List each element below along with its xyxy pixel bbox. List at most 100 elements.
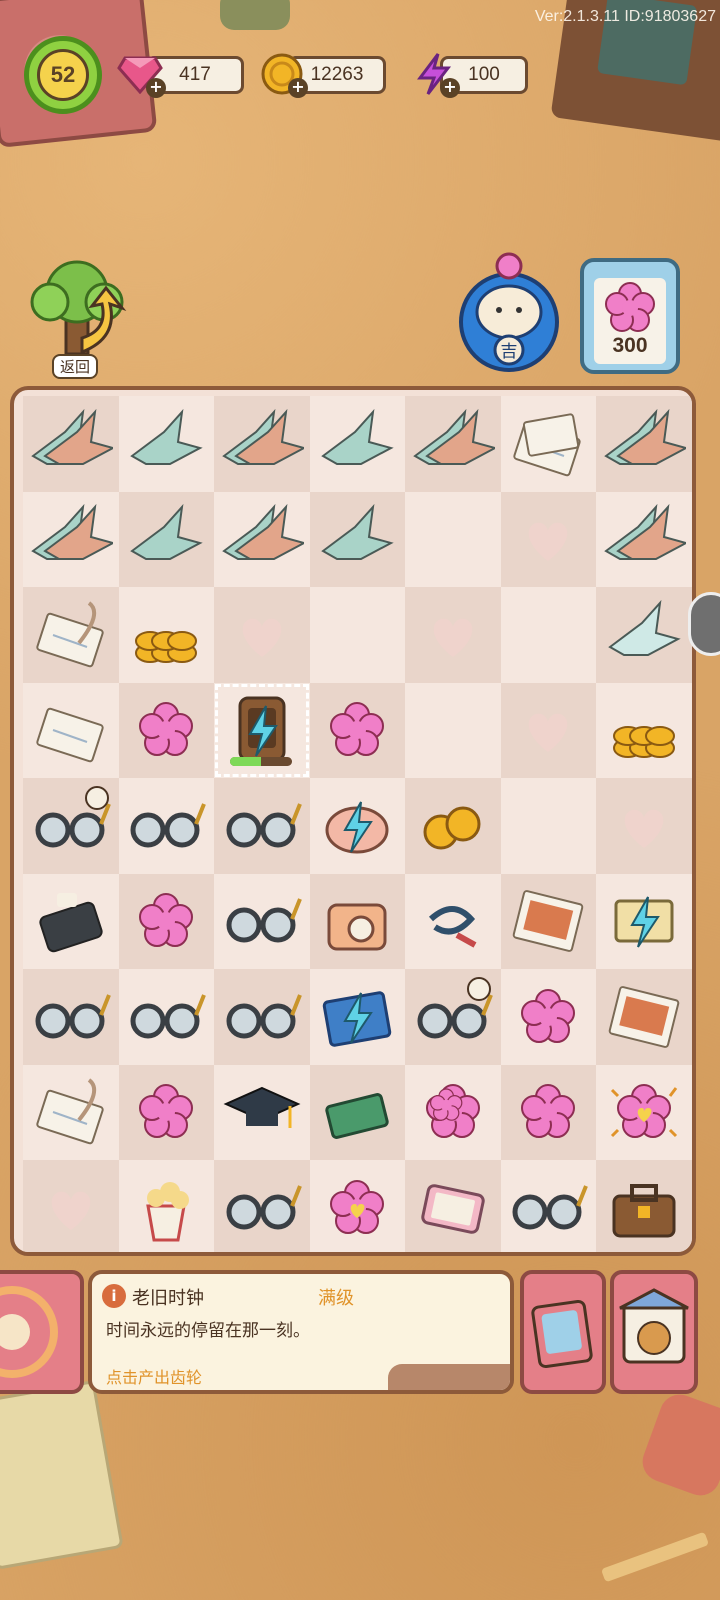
board-cell[interactable]	[405, 1160, 501, 1252]
board-cell[interactable]	[214, 682, 310, 778]
decorative-box	[0, 1380, 124, 1570]
board-cell[interactable]	[500, 778, 596, 874]
board-cell[interactable]	[214, 491, 310, 587]
board-cell[interactable]	[23, 778, 119, 874]
board-cell[interactable]	[118, 778, 214, 874]
board-cell[interactable]	[118, 873, 214, 969]
crane-pair-icon	[603, 408, 686, 465]
board-cell[interactable]	[405, 873, 501, 969]
board-cell[interactable]	[118, 396, 214, 492]
item-name: 老旧时钟	[132, 1288, 204, 1309]
board-cell[interactable]	[309, 1160, 405, 1252]
heart-icon	[51, 1191, 91, 1230]
board-cell[interactable]	[309, 587, 405, 683]
board-cell[interactable]	[118, 682, 214, 778]
letters-icon	[513, 413, 581, 477]
board-cell[interactable]	[214, 587, 310, 683]
tablet-icon	[421, 1183, 485, 1234]
board-cell[interactable]	[405, 969, 501, 1065]
info-icon[interactable]: i	[102, 1284, 126, 1308]
album-button[interactable]	[520, 1270, 606, 1394]
board-cell[interactable]	[500, 682, 596, 778]
max-level-label: 满级	[318, 1288, 354, 1309]
panel-tab	[388, 1364, 510, 1390]
add-coins-icon[interactable]: +	[288, 78, 308, 98]
board-cell[interactable]	[118, 1160, 214, 1252]
board-cell[interactable]	[596, 396, 692, 492]
shop-button[interactable]	[610, 1270, 698, 1394]
board-cell[interactable]	[23, 396, 119, 492]
board-cell[interactable]	[118, 491, 214, 587]
board-cell[interactable]	[596, 873, 692, 969]
glasses-icon	[512, 1185, 589, 1230]
board-cell[interactable]	[214, 873, 310, 969]
board-cell[interactable]	[309, 1064, 405, 1160]
side-handle[interactable]	[688, 592, 720, 656]
board-cell[interactable]	[309, 491, 405, 587]
board-cell[interactable]	[500, 969, 596, 1065]
board-cell[interactable]	[500, 587, 596, 683]
daruma-cat-icon: 吉	[459, 252, 559, 372]
board-cell[interactable]	[405, 778, 501, 874]
crane-icon	[321, 504, 394, 561]
glasses-icon	[226, 994, 302, 1039]
lucky-daruma-button[interactable]: 吉	[456, 250, 562, 372]
board-cell[interactable]	[214, 969, 310, 1065]
board-cell[interactable]	[214, 1064, 310, 1160]
board-cell[interactable]	[596, 682, 692, 778]
flower-icon	[330, 702, 385, 757]
board-cell[interactable]	[500, 1064, 596, 1160]
board-cell[interactable]	[405, 396, 501, 492]
board-cell[interactable]	[214, 1160, 310, 1252]
board-cell[interactable]	[405, 491, 501, 587]
letter-icon	[36, 707, 104, 763]
clipboard-count: 300	[612, 334, 648, 357]
board-cell[interactable]	[23, 1160, 119, 1252]
board-cell[interactable]	[214, 396, 310, 492]
board-cell[interactable]	[23, 873, 119, 969]
board-cell[interactable]	[23, 969, 119, 1065]
left-feature-button[interactable]	[0, 1270, 84, 1394]
board-cell[interactable]	[596, 1064, 692, 1160]
item-action-hint[interactable]: 点击产出齿轮	[106, 1364, 202, 1388]
board-cell[interactable]	[500, 396, 596, 492]
back-button[interactable]: 返回	[22, 258, 132, 379]
board-cell[interactable]	[596, 491, 692, 587]
board-cell[interactable]	[500, 1160, 596, 1252]
player-level: 52	[37, 49, 89, 101]
board-cell[interactable]	[500, 873, 596, 969]
board-cell[interactable]	[118, 1064, 214, 1160]
board-cell[interactable]	[596, 778, 692, 874]
popcorn-icon	[146, 1181, 190, 1242]
add-gems-icon[interactable]: +	[146, 78, 166, 98]
bag-icon	[612, 1183, 676, 1238]
generator-progress-fill	[230, 757, 261, 766]
board-cell[interactable]	[23, 587, 119, 683]
glasses-timer-icon	[417, 976, 493, 1039]
flower-task-clipboard-button[interactable]: 300	[580, 258, 680, 374]
board-cell[interactable]	[500, 491, 596, 587]
board-cell[interactable]	[23, 491, 119, 587]
player-level-badge[interactable]: 52	[24, 36, 102, 114]
board-cell[interactable]	[309, 969, 405, 1065]
board-cell[interactable]	[214, 778, 310, 874]
crane-pair-icon	[30, 408, 113, 465]
board-cell[interactable]	[309, 873, 405, 969]
coins-icon	[423, 806, 481, 850]
board-cell[interactable]	[118, 969, 214, 1065]
board-cell[interactable]	[596, 587, 692, 683]
tree-icon	[30, 260, 127, 356]
glasses-icon	[35, 994, 111, 1039]
board-cell[interactable]	[405, 587, 501, 683]
board-cell[interactable]	[596, 1160, 692, 1252]
board-cell[interactable]	[309, 778, 405, 874]
board-cell[interactable]	[118, 587, 214, 683]
add-energy-icon[interactable]: +	[440, 78, 460, 98]
board-cell[interactable]	[23, 1064, 119, 1160]
board-cell[interactable]	[23, 682, 119, 778]
board-cell[interactable]	[309, 396, 405, 492]
board-cell[interactable]	[309, 682, 405, 778]
board-cell[interactable]	[596, 969, 692, 1065]
board-cell[interactable]	[405, 682, 501, 778]
board-cell[interactable]	[405, 1064, 501, 1160]
